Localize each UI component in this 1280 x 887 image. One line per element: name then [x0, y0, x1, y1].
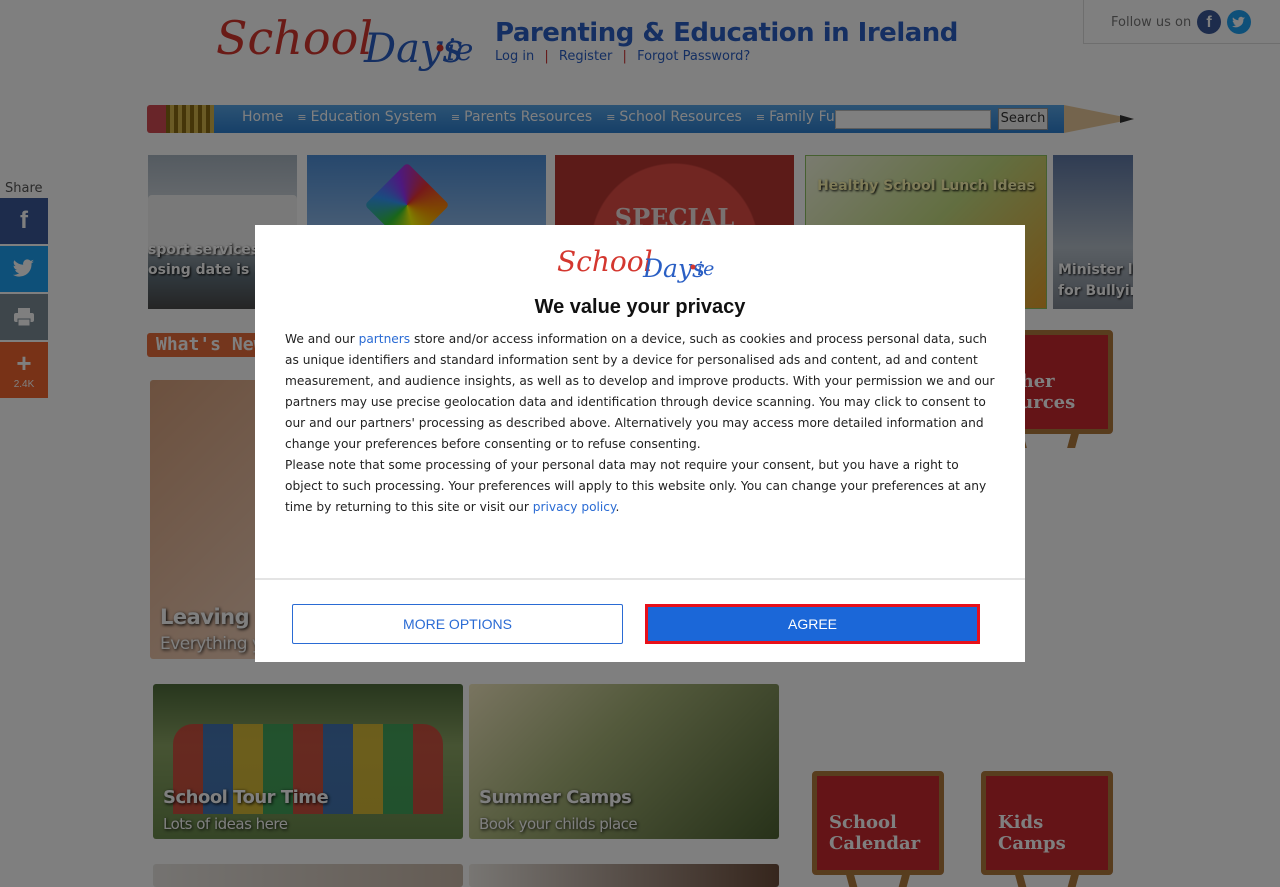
more-options-button[interactable]: MORE OPTIONS [292, 604, 623, 644]
agree-button[interactable]: AGREE [645, 604, 980, 644]
dialog-logo: School Days ie [557, 245, 714, 283]
consent-paragraph: We and our partners store and/or access … [285, 332, 995, 451]
svg-text:School: School [557, 245, 653, 278]
svg-text:ie: ie [697, 258, 714, 280]
dialog-divider [255, 578, 1025, 580]
consent-dialog: School Days ie We value your privacy We … [255, 225, 1025, 662]
privacy-policy-link[interactable]: privacy policy [533, 500, 616, 514]
dialog-title: We value your privacy [534, 296, 746, 318]
svg-text:Days: Days [642, 254, 705, 283]
partners-link[interactable]: partners [359, 332, 411, 346]
consent-paragraph: Please note that some processing of your… [285, 458, 987, 514]
dialog-body: We and our partners store and/or access … [285, 329, 999, 518]
